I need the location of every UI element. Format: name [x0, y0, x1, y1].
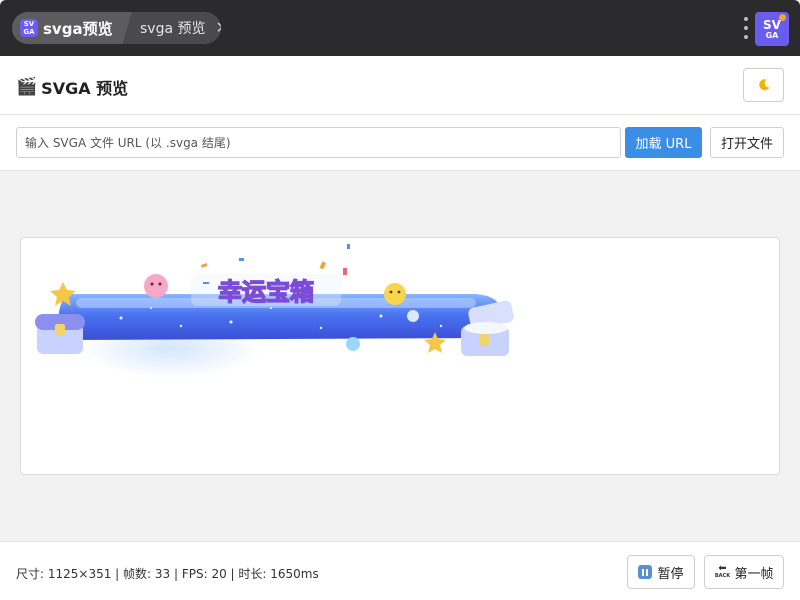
tab-svga-preview[interactable]: svga 预览 ✕	[128, 12, 221, 44]
svga-animation-frame: 幸运宝箱	[35, 244, 514, 378]
clapperboard-icon: 🎬	[16, 77, 38, 97]
url-toolbar: 加载 URL 打开文件	[0, 115, 800, 171]
close-icon[interactable]: ✕	[216, 20, 222, 36]
animation-info-text: 尺寸: 1125×351 | 帧数: 33 | FPS: 20 | 时长: 16…	[16, 567, 319, 581]
title-bar: SV GA svga预览 svga 预览 ✕ SV GA	[0, 0, 800, 56]
pause-icon	[638, 565, 653, 579]
back-icon: ⬅ BACK	[714, 563, 731, 580]
badge-dot-icon	[779, 14, 786, 21]
first-frame-button-label: 第一帧	[734, 566, 774, 582]
open-file-button[interactable]: 打开文件	[710, 127, 784, 158]
pause-button[interactable]: 暂停	[627, 555, 695, 589]
svga-preview-canvas[interactable]: 幸运宝箱	[20, 237, 780, 475]
tab-group: SV GA svga预览 svga 预览 ✕	[12, 12, 221, 44]
page-title: 🎬 SVGA 预览	[16, 75, 128, 99]
page-header: 🎬 SVGA 预览	[0, 56, 800, 115]
first-frame-button[interactable]: ⬅ BACK 第一帧	[704, 555, 784, 589]
tab-label: svga 预览	[140, 21, 206, 37]
status-footer: 尺寸: 1125×351 | 帧数: 33 | FPS: 20 | 时长: 16…	[0, 541, 800, 600]
svga-brand-logo[interactable]: SV GA	[755, 12, 789, 46]
load-url-button[interactable]: 加载 URL	[625, 127, 702, 158]
svga-app-icon: SV GA	[20, 19, 38, 37]
more-options-icon[interactable]	[743, 17, 749, 39]
pause-button-label: 暂停	[657, 566, 684, 582]
moon-icon	[758, 79, 769, 91]
tab-label: svga预览	[43, 19, 113, 38]
theme-toggle-button[interactable]	[743, 68, 784, 102]
svga-url-input[interactable]	[16, 127, 621, 158]
page-title-text: SVGA 预览	[41, 79, 129, 98]
banner-title-text: 幸运宝箱	[218, 278, 314, 306]
tab-svga-preview-active[interactable]: SV GA svga预览	[12, 12, 132, 44]
